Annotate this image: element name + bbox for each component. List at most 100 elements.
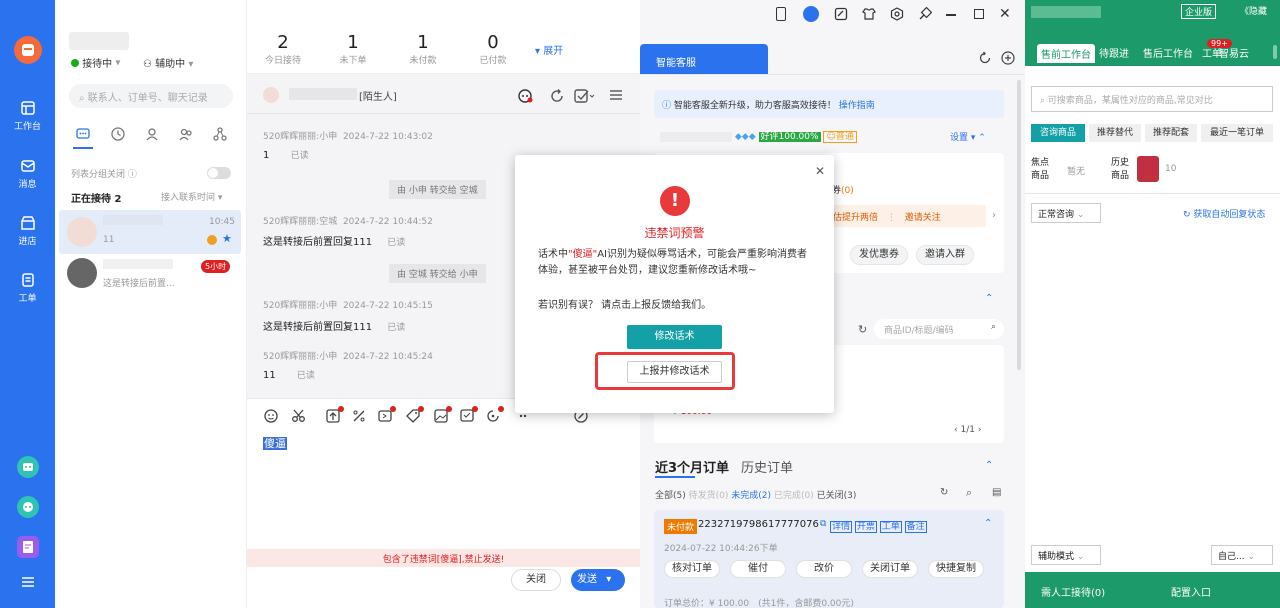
- contact-item-1[interactable]: 10:45 11 ★: [59, 210, 241, 254]
- close-window-button[interactable]: ✕: [999, 6, 1011, 22]
- send-coupon-button[interactable]: 发优惠券: [850, 245, 908, 265]
- smart-reply-icon[interactable]: [485, 406, 504, 424]
- history-product-thumb[interactable]: [1137, 156, 1159, 182]
- robot-status-icon[interactable]: [517, 88, 533, 104]
- config-entry-button[interactable]: 配置入口: [1171, 584, 1211, 599]
- tab-recommend-alt[interactable]: 推荐替代: [1089, 124, 1141, 142]
- self-select[interactable]: 自己... ⌄: [1211, 545, 1273, 565]
- upload-icon[interactable]: [325, 406, 344, 424]
- consult-type-select[interactable]: 正常咨询 ⌄: [1031, 203, 1101, 223]
- settings-hex-icon[interactable]: [890, 7, 904, 21]
- tab-presales[interactable]: 售前工作台: [1037, 44, 1095, 63]
- filter-pending-ship[interactable]: 待发货(0): [689, 491, 729, 501]
- more-menu-icon[interactable]: [609, 89, 623, 101]
- tab-recent[interactable]: [110, 126, 126, 142]
- collapse-icon[interactable]: ⌃: [985, 460, 993, 471]
- tab-group[interactable]: [178, 126, 194, 142]
- edit-doc-icon[interactable]: [834, 7, 848, 21]
- filter-all[interactable]: 全部(5): [655, 491, 686, 501]
- tab-contacts[interactable]: [144, 126, 160, 142]
- tab-chats[interactable]: [75, 126, 91, 142]
- tab-smart-service[interactable]: 智能客服: [640, 44, 768, 74]
- order-ticket-tag[interactable]: 工单: [879, 521, 902, 533]
- sidebar-item-tickets[interactable]: 工单: [0, 272, 55, 304]
- tab-consult-product[interactable]: 咨询商品: [1031, 124, 1085, 142]
- assistant-icon[interactable]: [17, 496, 39, 518]
- auto-reply-link[interactable]: ↻ 获取自动回复状态: [1183, 207, 1265, 220]
- undo-icon[interactable]: [978, 51, 992, 65]
- tab-last-order[interactable]: 最近一笔订单: [1201, 124, 1273, 142]
- star-icon[interactable]: ★: [222, 232, 232, 245]
- pager[interactable]: ‹ 1/1 ›: [954, 425, 981, 435]
- tab-recommend-match[interactable]: 推荐配套: [1145, 124, 1197, 142]
- maximize-button[interactable]: [974, 9, 984, 19]
- pin-icon[interactable]: [918, 7, 932, 21]
- hide-panel-button[interactable]: 《隐藏: [1240, 4, 1267, 17]
- collapse-icon[interactable]: ⌃: [984, 518, 992, 529]
- check-task-icon[interactable]: [573, 88, 595, 104]
- filter-incomplete[interactable]: 未完成(2): [731, 491, 771, 501]
- tab-followup[interactable]: 待跟进: [1099, 45, 1129, 60]
- tab-recent-orders[interactable]: 近3个月订单: [655, 457, 729, 476]
- manual-reception-button[interactable]: 需人工接待(0): [1041, 584, 1105, 599]
- order-refresh-icon[interactable]: ↻: [940, 487, 948, 498]
- chevron-right-icon[interactable]: ›: [992, 210, 996, 221]
- contact-item-2[interactable]: 5小时 这是转接后前置...: [59, 256, 241, 292]
- transfer-icon[interactable]: [377, 406, 396, 424]
- emoji-icon[interactable]: [263, 408, 279, 424]
- invite-group-button[interactable]: 邀请入群: [916, 245, 974, 265]
- tab-network[interactable]: [212, 126, 228, 142]
- image-icon[interactable]: [433, 406, 452, 424]
- refresh-icon[interactable]: [549, 88, 565, 104]
- product-search-field[interactable]: ⌕ 可搜索商品，某属性对应的商品,常见对比: [1031, 86, 1273, 112]
- add-icon[interactable]: [1001, 51, 1015, 65]
- expand-button[interactable]: ▾ 展开: [535, 42, 563, 57]
- modify-script-button[interactable]: 修改话术: [627, 325, 722, 349]
- group-toggle[interactable]: [207, 167, 231, 179]
- shirt-icon[interactable]: [862, 7, 876, 21]
- discount-icon[interactable]: [351, 408, 367, 424]
- guide-link[interactable]: 操作指南: [839, 101, 875, 111]
- tab-aftersales[interactable]: 售后工作台: [1143, 45, 1193, 60]
- order-export-icon[interactable]: ▤: [992, 487, 1001, 498]
- quick-copy-button[interactable]: 快捷复制: [928, 560, 984, 578]
- phone-icon[interactable]: [776, 7, 786, 21]
- change-price-button[interactable]: 改价: [796, 560, 852, 578]
- order-detail-tag[interactable]: 详情: [830, 521, 853, 533]
- product-search-input[interactable]: 商品ID/标题/编码 ⌕: [874, 319, 1004, 339]
- assist-dropdown[interactable]: ⚇ 辅助中 ▾: [143, 55, 193, 70]
- report-and-modify-button[interactable]: 上报并修改话术: [627, 361, 722, 383]
- send-button[interactable]: 发送 ▾: [571, 569, 625, 591]
- assistant-badge-icon[interactable]: [803, 6, 819, 22]
- remind-pay-button[interactable]: 催付: [730, 560, 786, 578]
- sidebar-item-messages[interactable]: 消息: [0, 158, 55, 190]
- copy-icon[interactable]: ⧉: [820, 519, 826, 529]
- filter-complete[interactable]: 已完成(0): [774, 491, 814, 501]
- minimize-button[interactable]: [946, 14, 956, 16]
- menu-icon[interactable]: [21, 576, 35, 588]
- message-input[interactable]: 傻逼: [263, 435, 623, 545]
- sort-dropdown[interactable]: 接入联系时间 ▾: [161, 190, 222, 203]
- close-button[interactable]: 关闭: [511, 569, 561, 591]
- close-dialog-icon[interactable]: ✕: [815, 164, 825, 178]
- farright-scrollbar[interactable]: [1273, 45, 1277, 59]
- order-search-icon[interactable]: ⌕: [966, 486, 972, 500]
- refresh-icon[interactable]: ↻: [858, 323, 867, 336]
- tab-history-orders[interactable]: 历史订单: [741, 457, 793, 476]
- filter-closed[interactable]: 已关闭(3): [817, 491, 857, 501]
- close-order-button[interactable]: 关闭订单: [862, 560, 918, 578]
- order-invoice-tag[interactable]: 开票: [854, 521, 877, 533]
- tag-icon[interactable]: [405, 406, 424, 424]
- enterprise-badge[interactable]: 企业版: [1181, 4, 1217, 19]
- chat-check-icon[interactable]: [459, 406, 478, 424]
- robot-icon[interactable]: [17, 456, 39, 478]
- search-input[interactable]: ⌕ 联系人、订单号、聊天记录: [69, 84, 233, 108]
- sidebar-item-workbench[interactable]: 工作台: [0, 100, 55, 132]
- status-dropdown[interactable]: 接待中 ▾: [71, 55, 120, 70]
- settings-dropdown[interactable]: 设置 ▾ ⌃: [950, 130, 986, 143]
- verify-order-button[interactable]: 核对订单: [664, 560, 720, 578]
- order-note-tag[interactable]: 备注: [904, 521, 927, 533]
- scissors-icon[interactable]: [291, 408, 307, 424]
- notes-icon[interactable]: [17, 536, 39, 558]
- user-avatar[interactable]: [69, 32, 129, 50]
